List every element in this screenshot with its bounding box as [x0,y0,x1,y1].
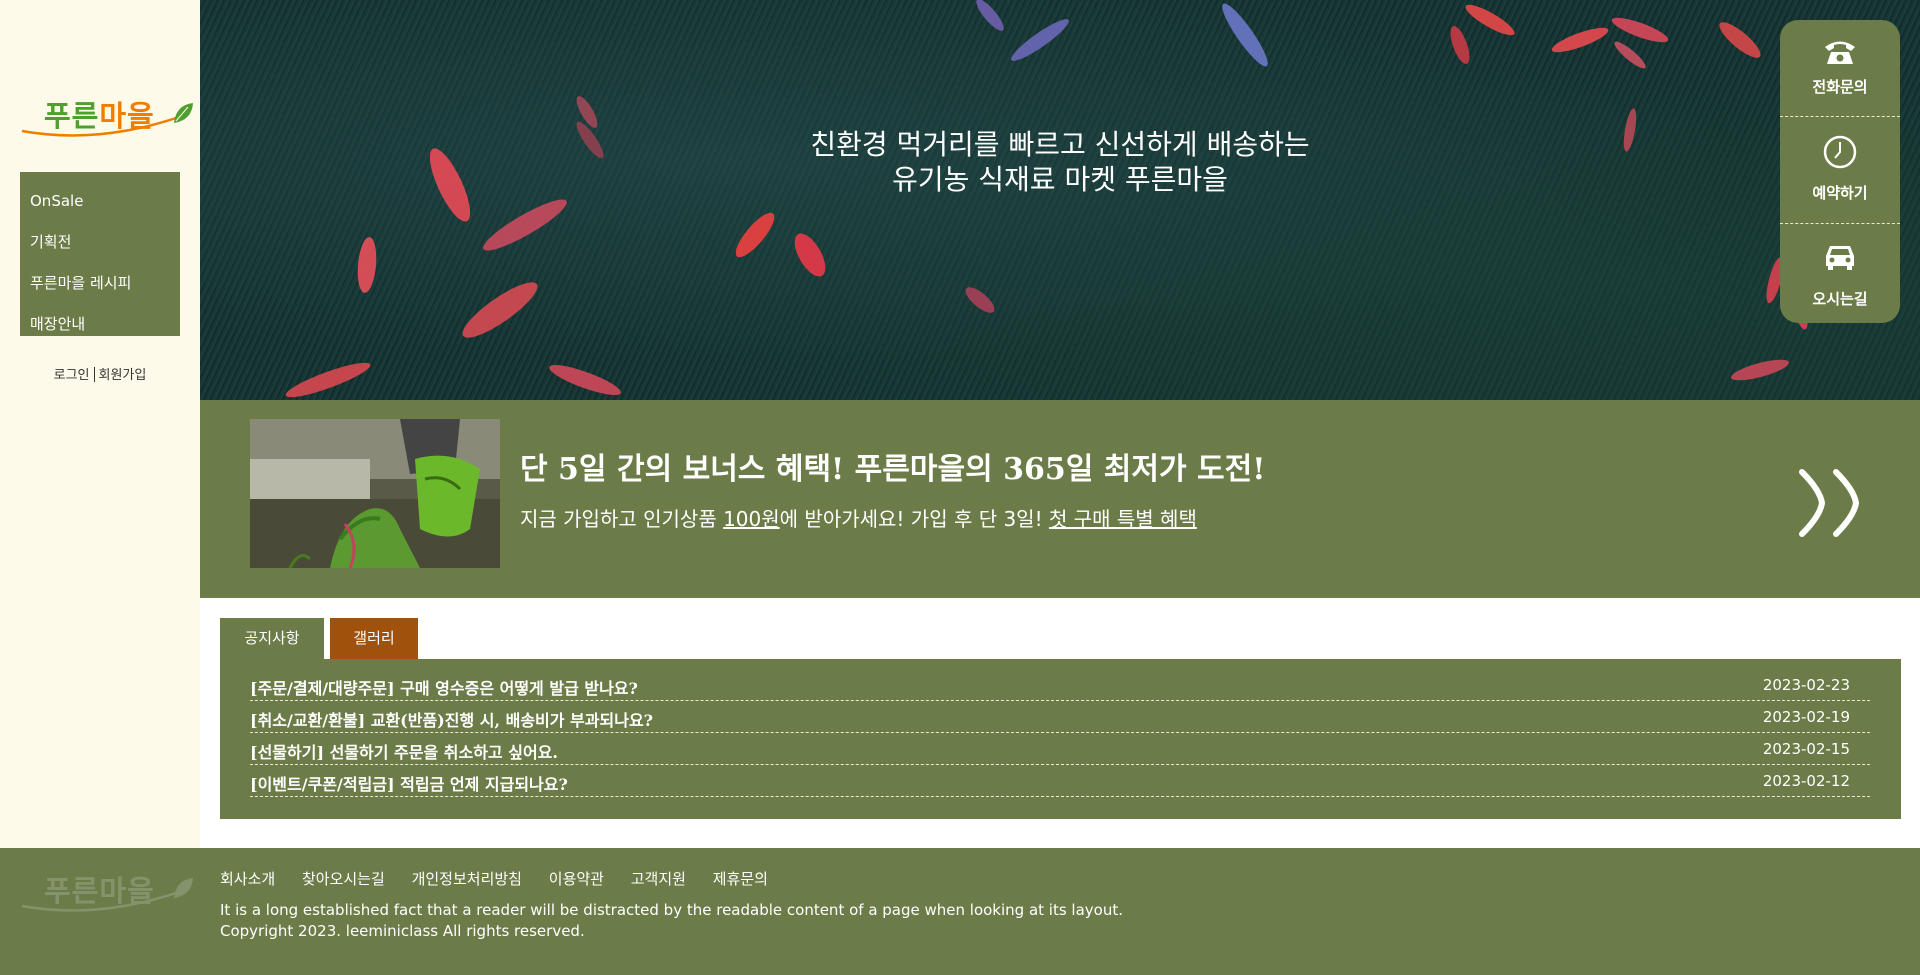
promo-image [250,419,500,568]
notice-title: [취소/교환/환불] 교환(반품)진행 시, 배송비가 부과되나요? [250,711,654,730]
phone-icon [1825,41,1855,64]
gardening-photo-image [250,419,500,568]
quick-directions-button[interactable]: 오시는길 [1780,226,1900,330]
quick-reservation-label: 예약하기 [1812,184,1868,202]
double-chevron-right-icon[interactable] [1798,468,1870,538]
quick-menu: 전화문의 예약하기 오시는길 [1780,20,1900,323]
promo-100won-link[interactable]: 100원 [723,507,780,531]
notice-item[interactable]: [취소/교환/환불] 교환(반품)진행 시, 배송비가 부과되나요? 2023-… [250,701,1870,733]
login-link[interactable]: 로그인 [54,368,90,383]
hero-line-1: 친환경 먹거리를 빠르고 신선하게 배송하는 [810,128,1310,161]
quick-reservation-button[interactable]: 예약하기 [1780,120,1900,224]
promo-first-purchase-link[interactable]: 첫 구매 특별 혜택 [1049,507,1197,531]
menu-item-store-info[interactable]: 매장안내 [20,304,180,345]
notice-title: [선물하기] 선물하기 주문을 취소하고 싶어요. [250,743,558,762]
notice-item[interactable]: [주문/결제/대량주문] 구매 영수증은 어떻게 발급 받나요? 2023-02… [250,669,1870,701]
footer-link-partnership[interactable]: 제휴문의 [713,870,768,888]
menu-item-exhibition[interactable]: 기획전 [20,222,180,263]
footer-links: 회사소개 찾아오시는길 개인정보처리방침 이용약관 고객지원 제휴문의 [220,868,790,889]
notice-date: 2023-02-23 [1762,676,1850,694]
footer-logo-text: 푸른마을 [44,874,155,908]
car-icon [1826,246,1854,270]
clock-icon [1823,135,1857,169]
signup-link[interactable]: 회원가입 [99,368,147,383]
promo-banner: 단 5일 간의 보너스 혜택! 푸른마을의 365일 최저가 도전! 지금 가입… [200,400,1920,598]
notice-date: 2023-02-19 [1762,708,1850,726]
notice-title: [이벤트/쿠폰/적립금] 적립금 언제 지급되나요? [250,775,568,794]
footer-link-directions[interactable]: 찾아오시는길 [302,870,385,888]
footer-copyright: Copyright 2023. leeminiclass All rights … [220,922,585,940]
quick-phone-label: 전화문의 [1812,78,1868,96]
footer-link-support[interactable]: 고객지원 [631,870,686,888]
quick-divider [1780,116,1900,117]
notice-title: [주문/결제/대량주문] 구매 영수증은 어떻게 발급 받나요? [250,679,638,698]
auth-divider [93,367,95,382]
quick-phone-button[interactable]: 전화문의 [1780,20,1900,124]
side-menu: OnSale 기획전 푸른마을 레시피 매장안내 [20,172,180,336]
tab-notice[interactable]: 공지사항 [220,618,324,659]
quick-directions-label: 오시는길 [1812,290,1868,308]
hero-line-2: 유기농 식재료 마켓 푸른마을 [892,163,1228,196]
hero-banner: 친환경 먹거리를 빠르고 신선하게 배송하는 유기농 식재료 마켓 푸른마을 [200,0,1920,400]
falling-leaves-image [285,0,1808,398]
notice-item[interactable]: [선물하기] 선물하기 주문을 취소하고 싶어요. 2023-02-15 [250,733,1870,765]
menu-item-onsale[interactable]: OnSale [20,181,180,222]
site-logo[interactable]: 푸른마을 [20,93,195,143]
hero-tagline: 친환경 먹거리를 빠르고 신선하게 배송하는 유기농 식재료 마켓 푸른마을 [200,127,1920,197]
promo-subtitle: 지금 가입하고 인기상품 100원에 받아가세요! 가입 후 단 3일! 첫 구… [520,507,1197,531]
notice-date: 2023-02-12 [1762,772,1850,790]
footer-info: It is a long established fact that a rea… [220,900,1123,942]
footer-description: It is a long established fact that a rea… [220,901,1124,919]
sidebar: 푸른마을 OnSale 기획전 푸른마을 레시피 매장안내 로그인 회원가입 [0,0,200,848]
notice-item[interactable]: [이벤트/쿠폰/적립금] 적립금 언제 지급되나요? 2023-02-12 [250,765,1870,797]
notice-list: [주문/결제/대량주문] 구매 영수증은 어떻게 발급 받나요? 2023-02… [220,659,1901,819]
menu-item-recipe[interactable]: 푸른마을 레시피 [20,263,180,304]
footer: 푸른마을 회사소개 찾아오시는길 개인정보처리방침 이용약관 고객지원 제휴문의… [0,848,1920,975]
logo-text: 푸른마을 [44,99,155,133]
footer-link-company[interactable]: 회사소개 [220,870,275,888]
tab-gallery[interactable]: 갤러리 [330,618,418,659]
promo-title: 단 5일 간의 보너스 혜택! 푸른마을의 365일 최저가 도전! [520,452,1266,487]
auth-links: 로그인 회원가입 [0,364,200,383]
notice-date: 2023-02-15 [1762,740,1850,758]
quick-divider [1780,223,1900,224]
footer-link-privacy[interactable]: 개인정보처리방침 [412,870,522,888]
footer-logo: 푸른마을 [20,868,195,918]
footer-link-terms[interactable]: 이용약관 [549,870,604,888]
